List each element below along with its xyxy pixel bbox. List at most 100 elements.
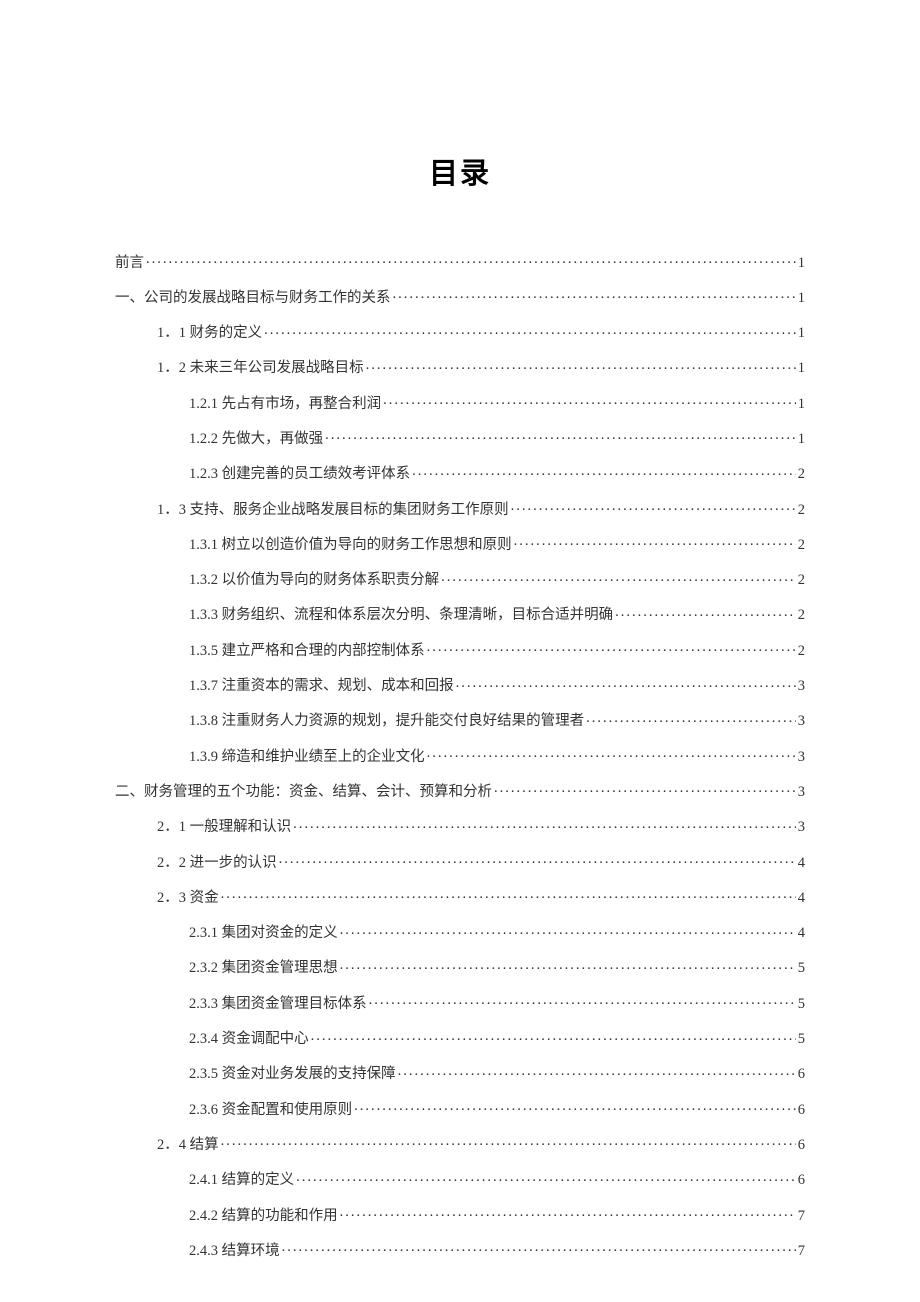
toc-entry[interactable]: 2.3.3 集团资金管理目标体系 5 — [115, 993, 805, 1011]
toc-entry[interactable]: 1.3.7 注重资本的需求、规划、成本和回报3 — [115, 676, 805, 694]
toc-leader-dots — [514, 534, 796, 549]
toc-entry[interactable]: 1.3.1 树立以创造价值为导向的财务工作思想和原则 2 — [115, 534, 805, 552]
toc-leader-dots — [369, 993, 796, 1008]
toc-entry-label: 2．1 一般理解和认识 — [157, 820, 291, 835]
toc-leader-dots — [146, 252, 796, 267]
toc-leader-dots — [279, 852, 796, 867]
toc-entry-label: 2.3.3 集团资金管理目标体系 — [189, 997, 367, 1012]
toc-entry[interactable]: 1．2 未来三年公司发展战略目标1 — [115, 358, 805, 376]
toc-leader-dots — [441, 570, 796, 585]
toc-entry[interactable]: 2．4 结算 6 — [115, 1134, 805, 1152]
toc-entry-page: 5 — [798, 961, 805, 976]
toc-leader-dots — [354, 1099, 796, 1114]
toc-entry[interactable]: 2.4.2 结算的功能和作用7 — [115, 1205, 805, 1223]
toc-entry[interactable]: 2.4.1 结算的定义6 — [115, 1170, 805, 1188]
toc-entry-page: 3 — [798, 714, 805, 729]
toc-entry[interactable]: 1.3.8 注重财务人力资源的规划，提升能交付良好结果的管理者 3 — [115, 711, 805, 729]
toc-entry[interactable]: 2.3.1 集团对资金的定义4 — [115, 923, 805, 941]
toc-entry[interactable]: 1.3.9 缔造和维护业绩至上的企业文化 3 — [115, 746, 805, 764]
toc-entry-page: 3 — [798, 785, 805, 800]
toc-entry[interactable]: 1．1 财务的定义 1 — [115, 323, 805, 341]
toc-entry-page: 1 — [798, 397, 805, 412]
toc-entry[interactable]: 2.3.4 资金调配中心5 — [115, 1029, 805, 1047]
toc-leader-dots — [427, 640, 796, 655]
toc-entry-label: 2.3.5 资金对业务发展的支持保障 — [189, 1067, 396, 1082]
toc-leader-dots — [325, 428, 796, 443]
toc-leader-dots — [340, 1205, 796, 1220]
toc-entry-label: 1.2.2 先做大，再做强 — [189, 432, 323, 447]
toc-entry[interactable]: 一、公司的发展战略目标与财务工作的关系1 — [115, 287, 805, 305]
toc-entry[interactable]: 前言1 — [115, 252, 805, 270]
toc-entry-page: 6 — [798, 1103, 805, 1118]
toc-entry-page: 3 — [798, 820, 805, 835]
document-page: 目录 前言1一、公司的发展战略目标与财务工作的关系11．1 财务的定义11．2 … — [0, 0, 920, 1258]
toc-entry[interactable]: 1.2.1 先占有市场，再整合利润 1 — [115, 393, 805, 411]
toc-leader-dots — [494, 781, 796, 796]
toc-leader-dots — [221, 1134, 796, 1149]
toc-entry-label: 2．2 进一步的认识 — [157, 856, 277, 871]
toc-entry-page: 1 — [798, 361, 805, 376]
toc-entry-page: 4 — [798, 891, 805, 906]
toc-leader-dots — [340, 958, 796, 973]
toc-entry-page: 6 — [798, 1138, 805, 1153]
toc-entry[interactable]: 2.3.5 资金对业务发展的支持保障6 — [115, 1064, 805, 1082]
toc-entry[interactable]: 2.3.6 资金配置和使用原则 6 — [115, 1099, 805, 1117]
toc-title: 目录 — [115, 150, 805, 192]
toc-entry-page: 2 — [798, 644, 805, 659]
toc-leader-dots — [615, 605, 796, 620]
toc-entry-label: 1.3.8 注重财务人力资源的规划，提升能交付良好结果的管理者 — [189, 714, 584, 729]
toc-entry[interactable]: 2.4.3 结算环境7 — [115, 1240, 805, 1258]
toc-leader-dots — [511, 499, 796, 514]
toc-entry-label: 2.3.2 集团资金管理思想 — [189, 961, 338, 976]
toc-entry-label: 1．1 财务的定义 — [157, 326, 262, 341]
toc-entry-page: 5 — [798, 1032, 805, 1047]
toc-entry[interactable]: 1.2.2 先做大，再做强1 — [115, 428, 805, 446]
toc-entry[interactable]: 1.3.3 财务组织、流程和体系层次分明、条理清晰，目标合适并明确 2 — [115, 605, 805, 623]
toc-leader-dots — [393, 287, 796, 302]
toc-entry[interactable]: 1.3.5 建立严格和合理的内部控制体系 2 — [115, 640, 805, 658]
toc-entry-label: 前言 — [115, 256, 144, 271]
toc-entry[interactable]: 二、财务管理的五个功能：资金、结算、会计、预算和分析3 — [115, 781, 805, 799]
toc-entry-label: 1.3.1 树立以创造价值为导向的财务工作思想和原则 — [189, 538, 512, 553]
toc-entry-page: 2 — [798, 573, 805, 588]
toc-entry-page: 5 — [798, 997, 805, 1012]
toc-leader-dots — [282, 1240, 796, 1255]
toc-entry-page: 1 — [798, 291, 805, 306]
toc-entry[interactable]: 1.3.2 以价值为导向的财务体系职责分解 2 — [115, 570, 805, 588]
toc-entry-label: 1.2.1 先占有市场，再整合利润 — [189, 397, 381, 412]
toc-leader-dots — [221, 887, 796, 902]
toc-leader-dots — [340, 923, 796, 938]
toc-leader-dots — [412, 464, 796, 479]
toc-leader-dots — [264, 323, 796, 338]
toc-entry-label: 1.3.5 建立严格和合理的内部控制体系 — [189, 644, 425, 659]
toc-leader-dots — [383, 393, 796, 408]
toc-list: 前言1一、公司的发展战略目标与财务工作的关系11．1 财务的定义11．2 未来三… — [115, 252, 805, 1258]
toc-entry[interactable]: 2．2 进一步的认识 4 — [115, 852, 805, 870]
toc-entry[interactable]: 2．1 一般理解和认识 3 — [115, 817, 805, 835]
toc-entry-page: 7 — [798, 1209, 805, 1224]
toc-entry-page: 7 — [798, 1244, 805, 1259]
toc-entry-label: 1.3.3 财务组织、流程和体系层次分明、条理清晰，目标合适并明确 — [189, 608, 613, 623]
toc-entry-page: 3 — [798, 750, 805, 765]
toc-entry[interactable]: 1.2.3 创建完善的员工绩效考评体系2 — [115, 464, 805, 482]
toc-entry-label: 2.3.6 资金配置和使用原则 — [189, 1103, 352, 1118]
toc-leader-dots — [293, 817, 796, 832]
toc-leader-dots — [586, 711, 796, 726]
toc-entry-page: 2 — [798, 538, 805, 553]
toc-entry[interactable]: 2．3 资金4 — [115, 887, 805, 905]
toc-entry-page: 2 — [798, 467, 805, 482]
toc-entry[interactable]: 1．3 支持、服务企业战略发展目标的集团财务工作原则 2 — [115, 499, 805, 517]
toc-leader-dots — [366, 358, 796, 373]
toc-entry-page: 1 — [798, 326, 805, 341]
toc-entry-page: 4 — [798, 856, 805, 871]
toc-entry[interactable]: 2.3.2 集团资金管理思想 5 — [115, 958, 805, 976]
toc-leader-dots — [427, 746, 796, 761]
toc-leader-dots — [296, 1170, 796, 1185]
toc-entry-label: 1．3 支持、服务企业战略发展目标的集团财务工作原则 — [157, 503, 509, 518]
toc-entry-label: 1.3.9 缔造和维护业绩至上的企业文化 — [189, 750, 425, 765]
toc-entry-page: 3 — [798, 679, 805, 694]
toc-entry-label: 2．4 结算 — [157, 1138, 219, 1153]
toc-entry-page: 2 — [798, 503, 805, 518]
toc-entry-page: 2 — [798, 608, 805, 623]
toc-entry-label: 1.3.2 以价值为导向的财务体系职责分解 — [189, 573, 439, 588]
